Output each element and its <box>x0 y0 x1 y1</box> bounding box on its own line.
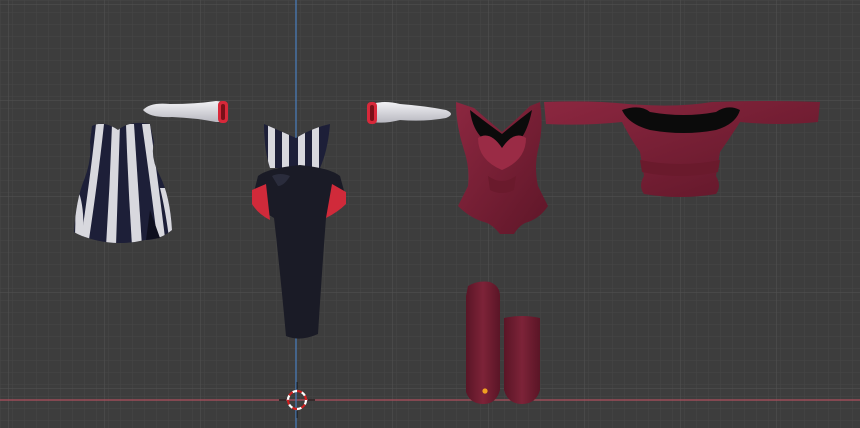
viewport-canvas[interactable] <box>0 0 860 428</box>
maroon-boot-left[interactable] <box>466 281 500 405</box>
3d-viewport[interactable] <box>0 0 860 428</box>
object-origin-dot <box>482 388 488 394</box>
maroon-boot-right[interactable] <box>504 316 540 404</box>
